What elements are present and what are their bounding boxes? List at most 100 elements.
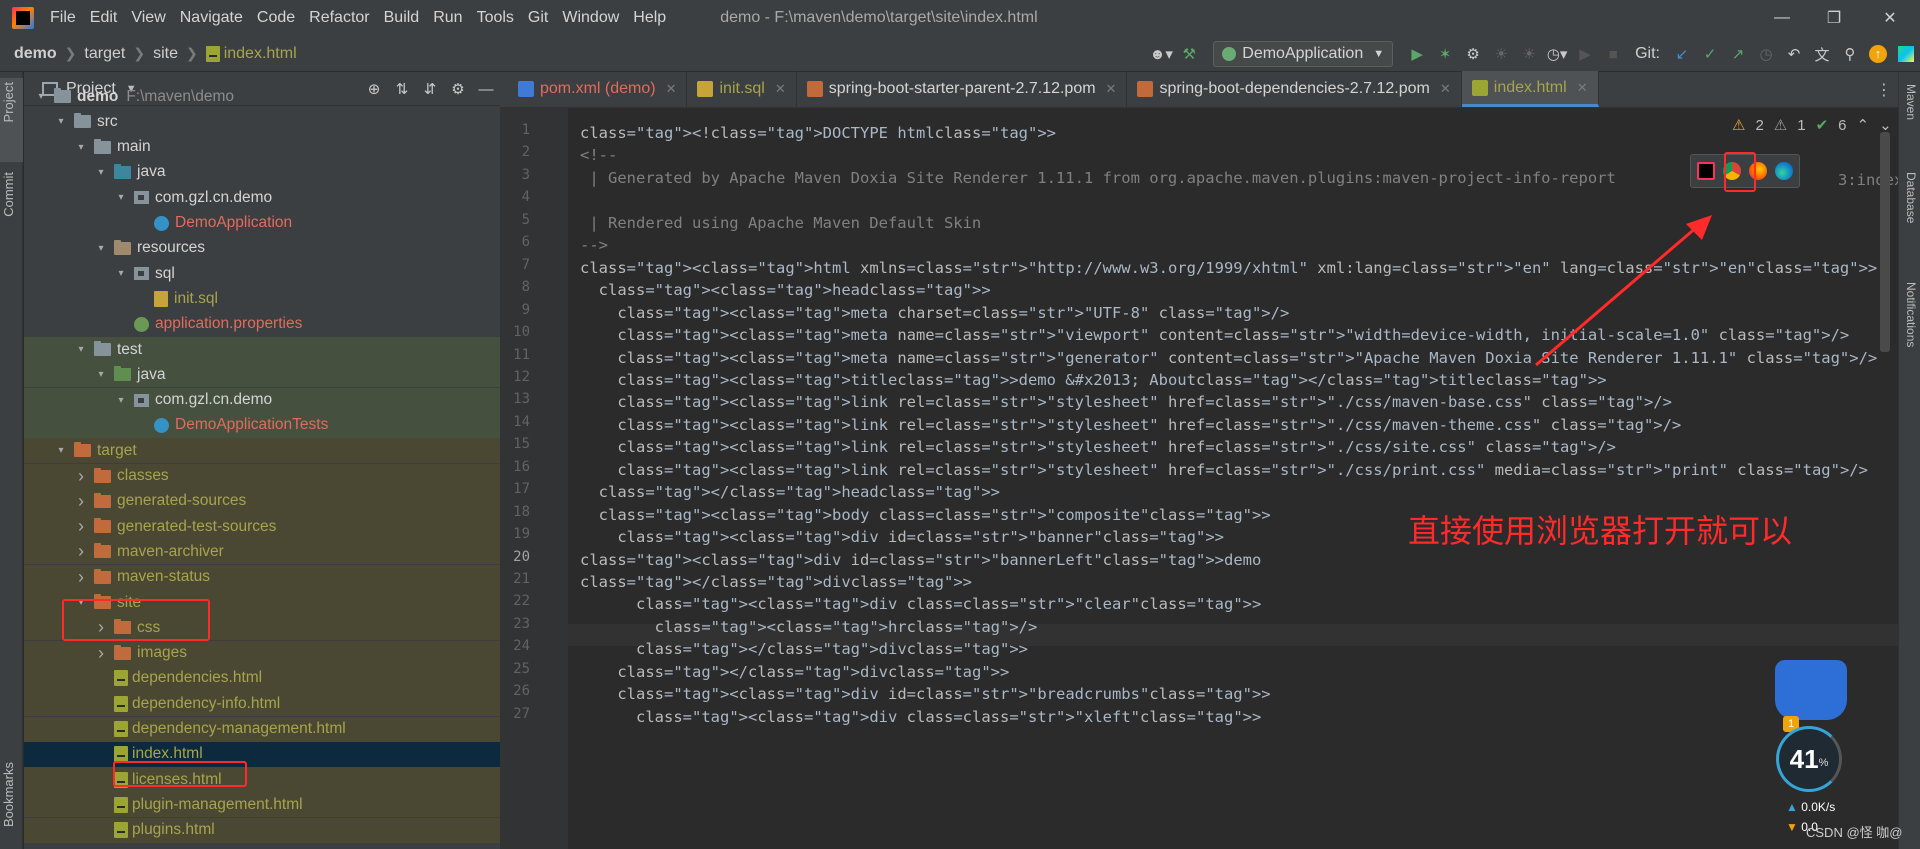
resume-icon[interactable]: ▶ [1571,42,1599,66]
git-push-icon[interactable]: ↗ [1724,42,1752,66]
tree-row[interactable]: ▾ resources [24,236,500,261]
chevron-down-icon[interactable]: ▾ [114,395,128,406]
tree-row[interactable]: › classes [24,463,500,489]
tree-row[interactable]: ▾ demo F:\maven\demo [24,84,500,109]
menu-item-window[interactable]: Window [562,9,619,27]
restore-icon[interactable]: ❐ [1804,0,1864,36]
menu-item-edit[interactable]: Edit [90,9,118,27]
menu-item-refactor[interactable]: Refactor [309,9,369,27]
tree-row[interactable]: ▾ java [24,362,500,388]
tree-row[interactable]: ▾ sql [24,261,500,286]
chevron-down-icon[interactable]: ▾ [94,243,108,254]
tree-row[interactable]: ▾ src [24,109,500,134]
debug-icon[interactable]: ✶ [1431,42,1459,66]
chevron-up-icon[interactable]: ⌃ [1857,116,1870,134]
tab-project[interactable]: Project [1,82,16,122]
chevron-down-icon[interactable]: ▾ [34,91,48,102]
inspection-widget[interactable]: ⚠ 2 ⚠ 1 ✔ 6 ⌃ ⌄ [1732,116,1892,135]
tree-row[interactable]: dependency-info.html [24,691,500,717]
tree-row[interactable]: › images [24,640,500,666]
tree-row[interactable]: › generated-test-sources [24,514,500,540]
git-commit-icon[interactable]: ✓ [1696,42,1724,66]
chevron-right-icon[interactable]: › [74,541,88,562]
chevron-down-icon[interactable]: ▾ [114,268,128,279]
chevron-down-icon[interactable]: ▾ [74,344,88,355]
tree-row[interactable]: dependencies.html [24,665,500,691]
tree-row[interactable]: DemoApplicationTests [24,412,500,438]
menu-item-file[interactable]: File [50,9,76,27]
menu-item-help[interactable]: Help [633,9,666,27]
tab-database[interactable]: Database [1904,172,1918,223]
tree-row[interactable]: ▾ com.gzl.cn.demo [24,185,500,210]
minimize-icon[interactable]: — [1752,0,1812,36]
close-tab-icon[interactable]: ✕ [1106,81,1117,97]
chevron-right-icon[interactable]: › [94,643,108,664]
menu-item-navigate[interactable]: Navigate [180,9,243,27]
edge-icon[interactable] [1775,162,1793,180]
translate-icon[interactable]: 文 [1808,42,1836,66]
chevron-down-icon[interactable]: ▾ [114,192,128,203]
tree-row[interactable]: dependency-management.html [24,716,500,742]
close-tab-icon[interactable]: ✕ [666,81,677,97]
tree-row[interactable]: DemoApplication [24,211,500,236]
close-tab-icon[interactable]: ✕ [1440,81,1451,97]
breadcrumb-item-index-html[interactable]: index.html [224,45,297,63]
menu-item-run[interactable]: Run [433,9,462,27]
run-configuration-select[interactable]: DemoApplication ▼ [1213,41,1394,67]
more-tabs-icon[interactable]: ⋮ [1876,80,1892,100]
tree-row[interactable]: index.html [24,741,500,767]
rollback-icon[interactable]: ↶ [1780,42,1808,66]
chevron-right-icon[interactable]: › [74,516,88,537]
menu-item-build[interactable]: Build [384,9,420,27]
breadcrumb-item-target[interactable]: target [84,45,125,63]
chevron-right-icon[interactable]: › [74,466,88,487]
tree-row[interactable]: init.sql [24,286,500,311]
git-history-icon[interactable]: ◷ [1752,42,1780,66]
tree-row[interactable]: licenses.html [24,767,500,793]
menu-item-git[interactable]: Git [528,9,548,27]
user-icon[interactable]: ☻▾ [1147,42,1175,66]
close-icon[interactable]: ✕ [1860,0,1920,36]
tab-notifications[interactable]: Notifications [1904,282,1918,347]
coverage-icon[interactable]: ⚙ [1459,42,1487,66]
tree-row[interactable]: ▾ com.gzl.cn.demo [24,387,500,413]
close-tab-icon[interactable]: ✕ [1577,80,1588,96]
build-hammer-icon[interactable]: ⚒ [1175,42,1203,66]
profile-icon[interactable]: ☀ [1487,42,1515,66]
chevron-down-icon[interactable]: ▾ [94,167,108,178]
tab-spring-boot-dependencies-2-7-12-pom[interactable]: spring-boot-dependencies-2.7.12.pom ✕ [1127,71,1462,107]
tree-row[interactable]: › maven-archiver [24,539,500,565]
tree-row[interactable]: plugin-management.html [24,792,500,818]
chevron-down-icon[interactable]: ▾ [94,369,108,380]
chevron-down-icon[interactable]: ▾ [54,445,68,456]
tab-spring-boot-starter-parent-2-7-12-pom[interactable]: spring-boot-starter-parent-2.7.12.pom ✕ [797,71,1128,107]
tab-pom-xml-demo-[interactable]: pom.xml (demo) ✕ [508,71,688,107]
breadcrumb-item-site[interactable]: site [153,45,178,63]
chevron-right-icon[interactable]: › [74,567,88,588]
breadcrumb-item-demo[interactable]: demo [14,45,57,63]
intellij-browser-icon[interactable] [1697,162,1715,180]
git-update-icon[interactable]: ↙ [1668,42,1696,66]
toolbox-icon[interactable] [1892,42,1920,66]
tree-row[interactable]: ▾ java [24,160,500,185]
tree-row[interactable]: ▾ test [24,337,500,362]
tab-commit[interactable]: Commit [1,172,16,217]
tab-init-sql[interactable]: init.sql ✕ [687,71,797,107]
search-icon[interactable]: ⚲ [1836,42,1864,66]
chevron-right-icon[interactable]: › [74,491,88,512]
update-icon[interactable]: ↑ [1864,42,1892,66]
chevron-down-icon[interactable]: ▾ [54,116,68,127]
tree-row[interactable]: ▾ main [24,135,500,160]
tree-row[interactable]: › generated-sources [24,488,500,514]
attach-icon[interactable]: ☀ [1515,42,1543,66]
tab-maven[interactable]: Maven [1904,84,1918,120]
stop-icon[interactable]: ■ [1599,42,1627,66]
run-icon[interactable]: ▶ [1403,42,1431,66]
editor-scrollbar[interactable] [1880,132,1890,352]
menu-item-view[interactable]: View [131,9,165,27]
tree-row[interactable]: application.properties [24,312,500,337]
tree-row[interactable]: › maven-status [24,564,500,590]
menu-item-tools[interactable]: Tools [477,9,514,27]
more-run-icon[interactable]: ◷▾ [1543,42,1571,66]
tree-row[interactable]: ▾ target [24,438,500,464]
